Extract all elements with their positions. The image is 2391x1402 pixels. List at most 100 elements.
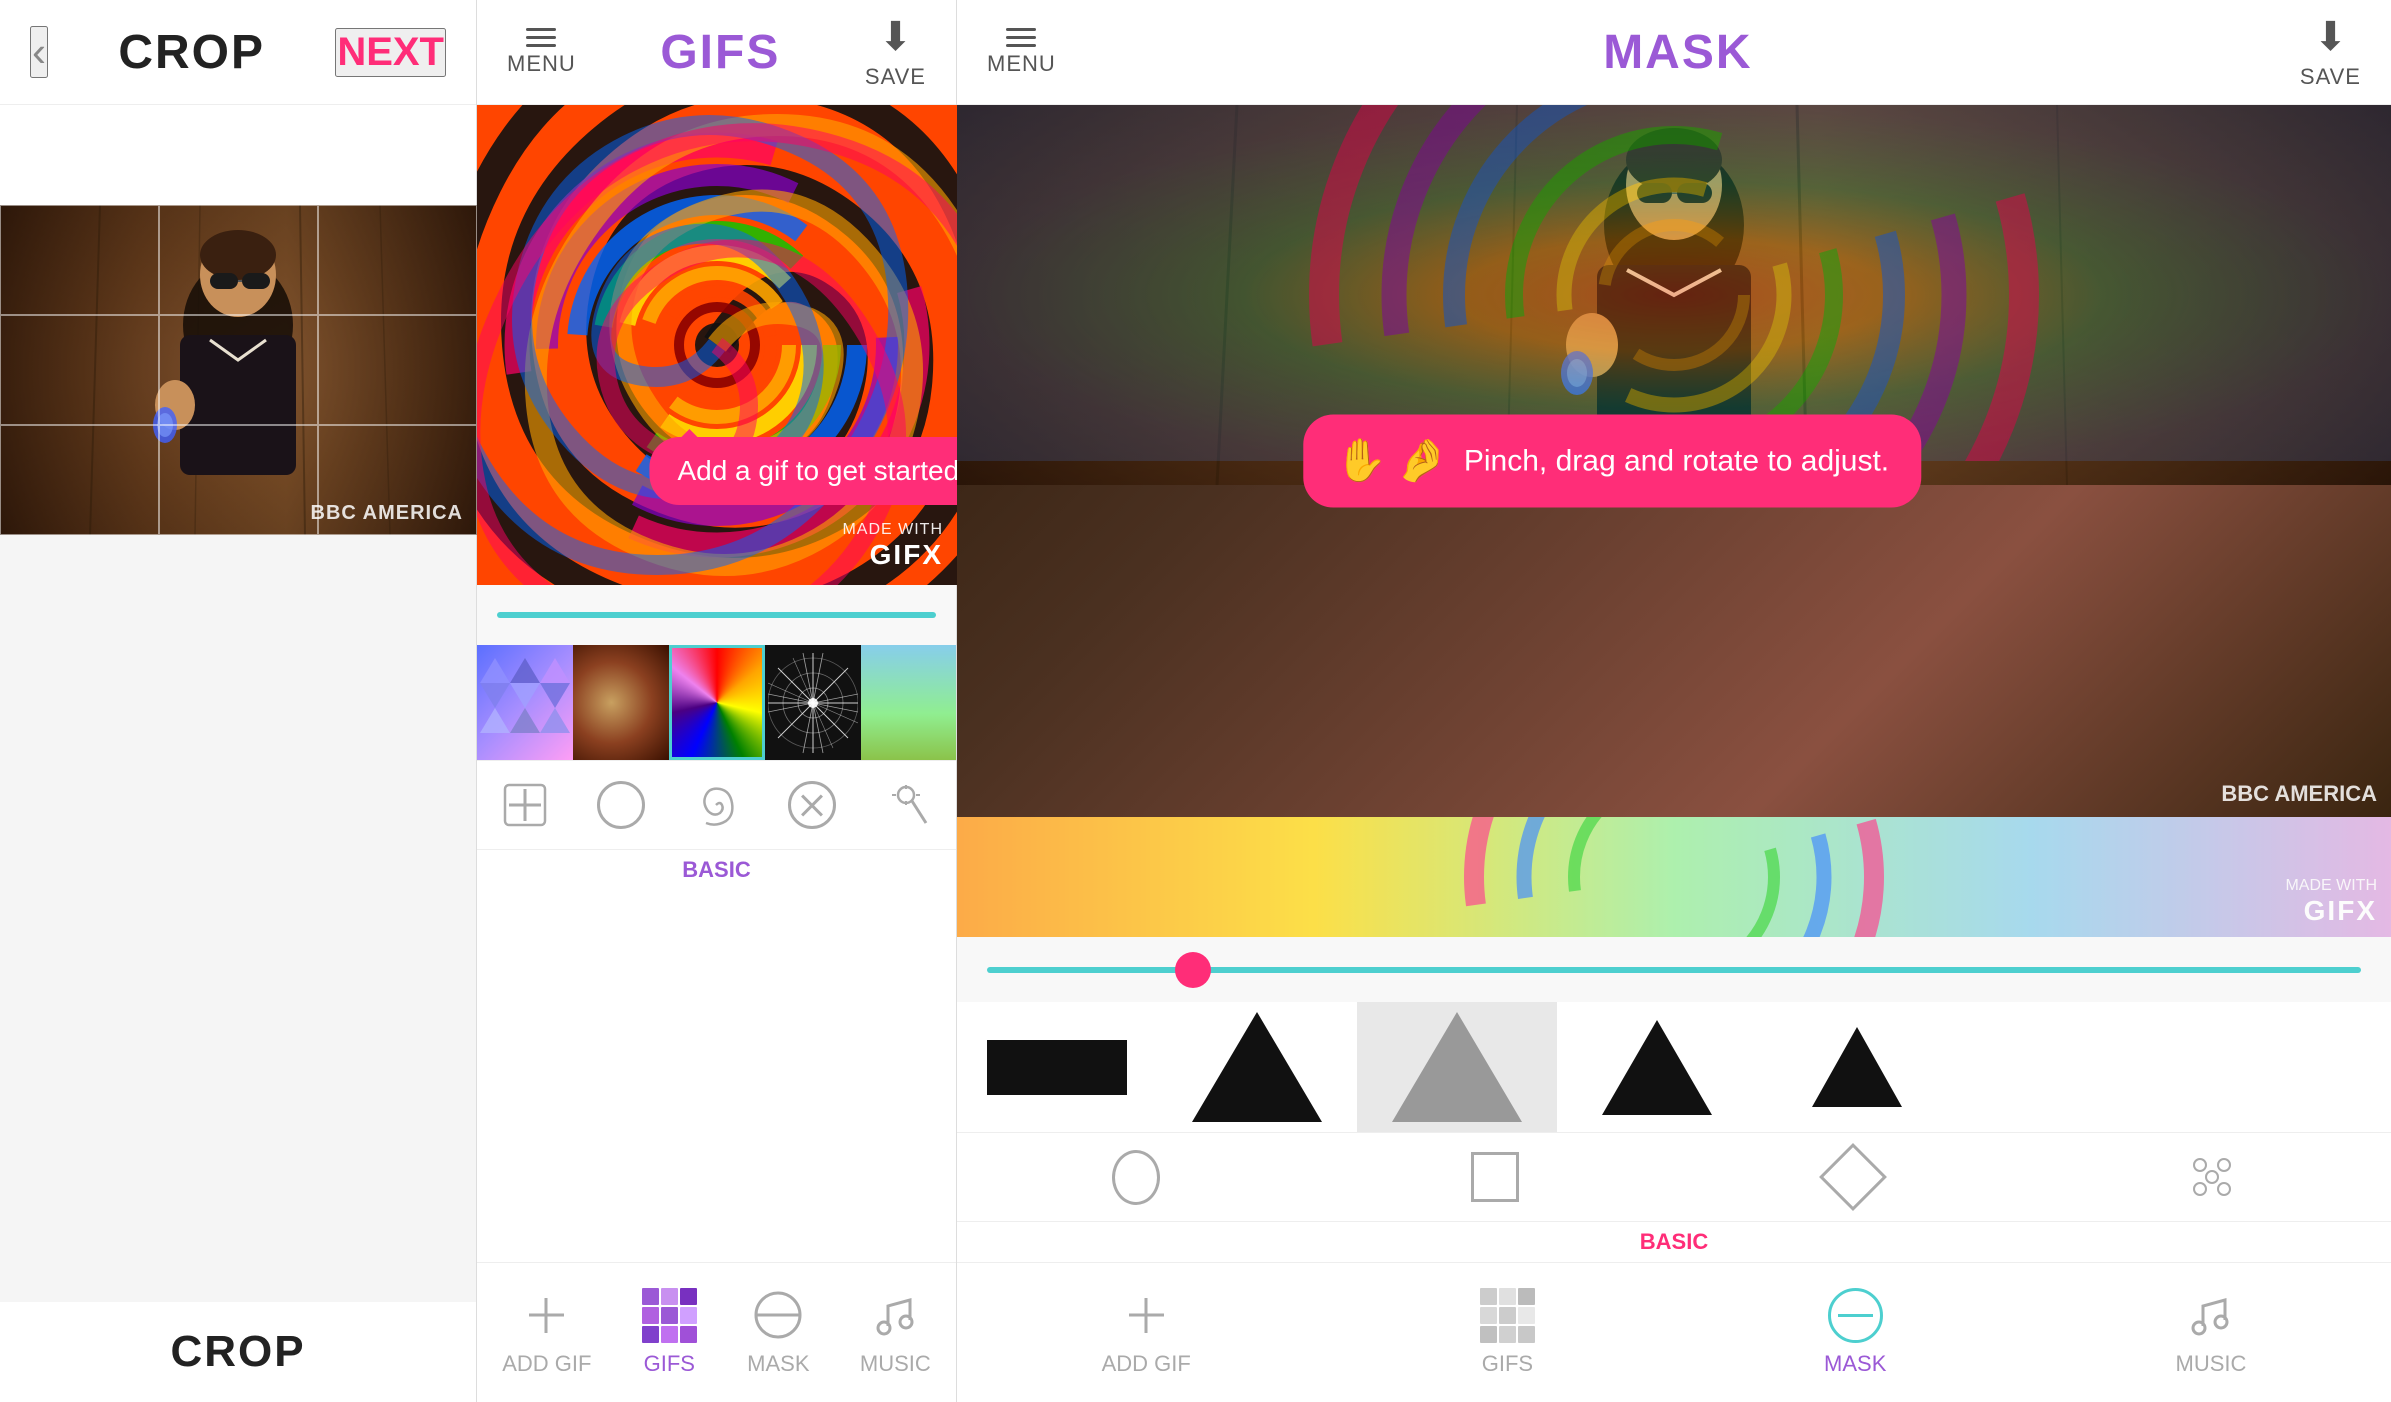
crop-image-background xyxy=(0,205,477,535)
mask-toolbar-tab-label: BASIC xyxy=(1640,1229,1708,1255)
mask-nav-item[interactable]: MASK xyxy=(747,1288,809,1377)
mask-slider-thumb[interactable] xyxy=(1175,952,1211,988)
add-filter-button[interactable] xyxy=(501,781,549,829)
crop-bottom-label: CROP xyxy=(170,1327,305,1377)
gif-cell-8 xyxy=(661,1326,678,1343)
shape-triangle-3[interactable] xyxy=(1557,1002,1757,1132)
mask-gif-cell-5 xyxy=(1499,1307,1516,1324)
mask-shapes-row xyxy=(957,1002,2391,1132)
thumb-triangles-svg xyxy=(480,648,570,758)
mask-mask-nav-item[interactable]: MASK xyxy=(1824,1288,1886,1377)
shape-triangle-1[interactable] xyxy=(1157,1002,1357,1132)
thumbnail-5[interactable] xyxy=(861,645,956,760)
mask-square-tool[interactable] xyxy=(1471,1153,1519,1201)
gifs-nav-item[interactable]: GIFS xyxy=(642,1288,697,1377)
mask-gifs-nav-item[interactable]: GIFS xyxy=(1480,1288,1535,1377)
mask-filter-toolbar xyxy=(957,1132,2391,1222)
mask-pattern-tool[interactable] xyxy=(2188,1153,2236,1201)
crop-panel: ‹ CROP NEXT xyxy=(0,0,477,1402)
mask-diamond-tool[interactable] xyxy=(1829,1153,1877,1201)
shape-rectangle[interactable] xyxy=(957,1002,1157,1132)
mask-menu-button[interactable]: MENU xyxy=(987,28,1056,77)
mask-menu-label: MENU xyxy=(987,51,1056,77)
mask-music-nav-label: MUSIC xyxy=(2176,1351,2247,1377)
thumb-bg-4 xyxy=(765,645,861,760)
mask-bottom-strip: MADE WITH GIFX xyxy=(957,817,2391,937)
x-tool-button[interactable] xyxy=(788,781,836,829)
mask-tooltip: ✋ 🤌 Pinch, drag and rotate to adjust. xyxy=(1303,415,1921,508)
mask-menu-line-3 xyxy=(1006,44,1036,47)
mask-diamond-shape xyxy=(1819,1143,1887,1211)
shape-triangle-2[interactable] xyxy=(1357,1002,1557,1132)
mask-bottom-navigation: ADD GIF GIFS M xyxy=(957,1262,2391,1402)
mask-title: MASK xyxy=(1603,25,1752,80)
menu-button[interactable]: MENU xyxy=(507,28,576,77)
add-gif-nav-label: ADD GIF xyxy=(502,1351,591,1377)
next-button[interactable]: NEXT xyxy=(335,28,446,77)
triangle-shape-xs xyxy=(1812,1027,1902,1107)
add-gif-nav-item[interactable]: ADD GIF xyxy=(502,1288,591,1377)
back-button[interactable]: ‹ xyxy=(30,26,48,78)
slider-track[interactable] xyxy=(497,612,936,618)
mask-circle-icon xyxy=(1112,1153,1160,1201)
gifs-tooltip: Add a gif to get started xyxy=(649,437,957,505)
mask-gif-cell-2 xyxy=(1499,1288,1516,1305)
crop-header: ‹ CROP NEXT xyxy=(0,0,476,105)
mask-square-icon xyxy=(1471,1153,1519,1201)
circle-tool-button[interactable] xyxy=(597,781,645,829)
mask-slider[interactable] xyxy=(957,937,2391,1002)
crop-bottom-label-area: CROP xyxy=(0,1302,476,1402)
crop-image-area[interactable]: BBC AMERICA xyxy=(0,205,477,535)
triangle-shape-1 xyxy=(1192,1012,1322,1122)
thumbnail-2[interactable] xyxy=(573,645,669,760)
thumbnail-1[interactable] xyxy=(477,645,573,760)
gif-cell-9 xyxy=(680,1326,697,1343)
menu-line-3 xyxy=(526,44,556,47)
thumbnail-3[interactable] xyxy=(669,645,765,760)
swirl-animation: MADE WITH GIFX Add a gif to get started xyxy=(477,105,957,585)
crop-bottom-whitespace xyxy=(0,535,476,1302)
mask-menu-line-2 xyxy=(1006,36,1036,39)
mask-slider-track[interactable] xyxy=(987,967,2361,973)
shape-triangle-4[interactable] xyxy=(1757,1002,1957,1132)
gif-grid-icon xyxy=(642,1288,697,1343)
mask-gif-cell-7 xyxy=(1480,1326,1497,1343)
thumb-bg-5 xyxy=(861,645,956,760)
gifs-thumbnail-row xyxy=(477,645,956,760)
mask-save-button[interactable]: ⬇ SAVE xyxy=(2300,14,2361,90)
mask-hamburger-icon xyxy=(1006,28,1036,47)
wand-tool-button[interactable] xyxy=(884,781,932,829)
bbc-watermark: BBC AMERICA xyxy=(311,502,463,525)
gif-cell-7 xyxy=(642,1326,659,1343)
save-button[interactable]: ⬇ SAVE xyxy=(865,14,926,90)
music-icon-svg xyxy=(868,1288,923,1343)
mask-gifs-nav-icon xyxy=(1480,1288,1535,1343)
crop-image-svg xyxy=(0,205,477,535)
mask-add-gif-nav-item[interactable]: ADD GIF xyxy=(1102,1288,1191,1377)
gif-cell-1 xyxy=(642,1288,659,1305)
crop-title: CROP xyxy=(118,25,265,80)
gifs-filter-toolbar xyxy=(477,760,956,850)
gifs-main-preview[interactable]: MADE WITH GIFX Add a gif to get started xyxy=(477,105,957,585)
spiral-tool-button[interactable] xyxy=(692,781,740,829)
mask-swirl-top-svg xyxy=(957,105,2391,461)
mask-gifs-nav-label: GIFS xyxy=(1482,1351,1533,1377)
mask-music-nav-item[interactable]: MUSIC xyxy=(2176,1288,2247,1377)
x-circle-shape xyxy=(788,781,836,829)
thumbnail-4[interactable] xyxy=(765,645,861,760)
music-nav-icon xyxy=(868,1288,923,1343)
mask-main-preview[interactable]: BBC AMERICA ✋ 🤌 Pinch, drag and rotate t… xyxy=(957,105,2391,817)
mask-menu-line-1 xyxy=(1006,28,1036,31)
spiral-icon xyxy=(692,781,740,829)
gifs-tooltip-text: Add a gif to get started xyxy=(677,455,957,486)
music-nav-item[interactable]: MUSIC xyxy=(860,1288,931,1377)
add-gif-icon-svg xyxy=(519,1288,574,1343)
mask-circle-tool[interactable] xyxy=(1112,1153,1160,1201)
mask-swirl-overlay-top xyxy=(957,105,2391,461)
mask-gif-cell-1 xyxy=(1480,1288,1497,1305)
triangle-shape-sm xyxy=(1602,1020,1712,1115)
gifs-slider[interactable] xyxy=(477,585,956,645)
mask-gif-cell-6 xyxy=(1518,1307,1535,1324)
mask-nav-circle-icon xyxy=(1828,1288,1883,1343)
spiral-icon-svg xyxy=(692,781,740,829)
